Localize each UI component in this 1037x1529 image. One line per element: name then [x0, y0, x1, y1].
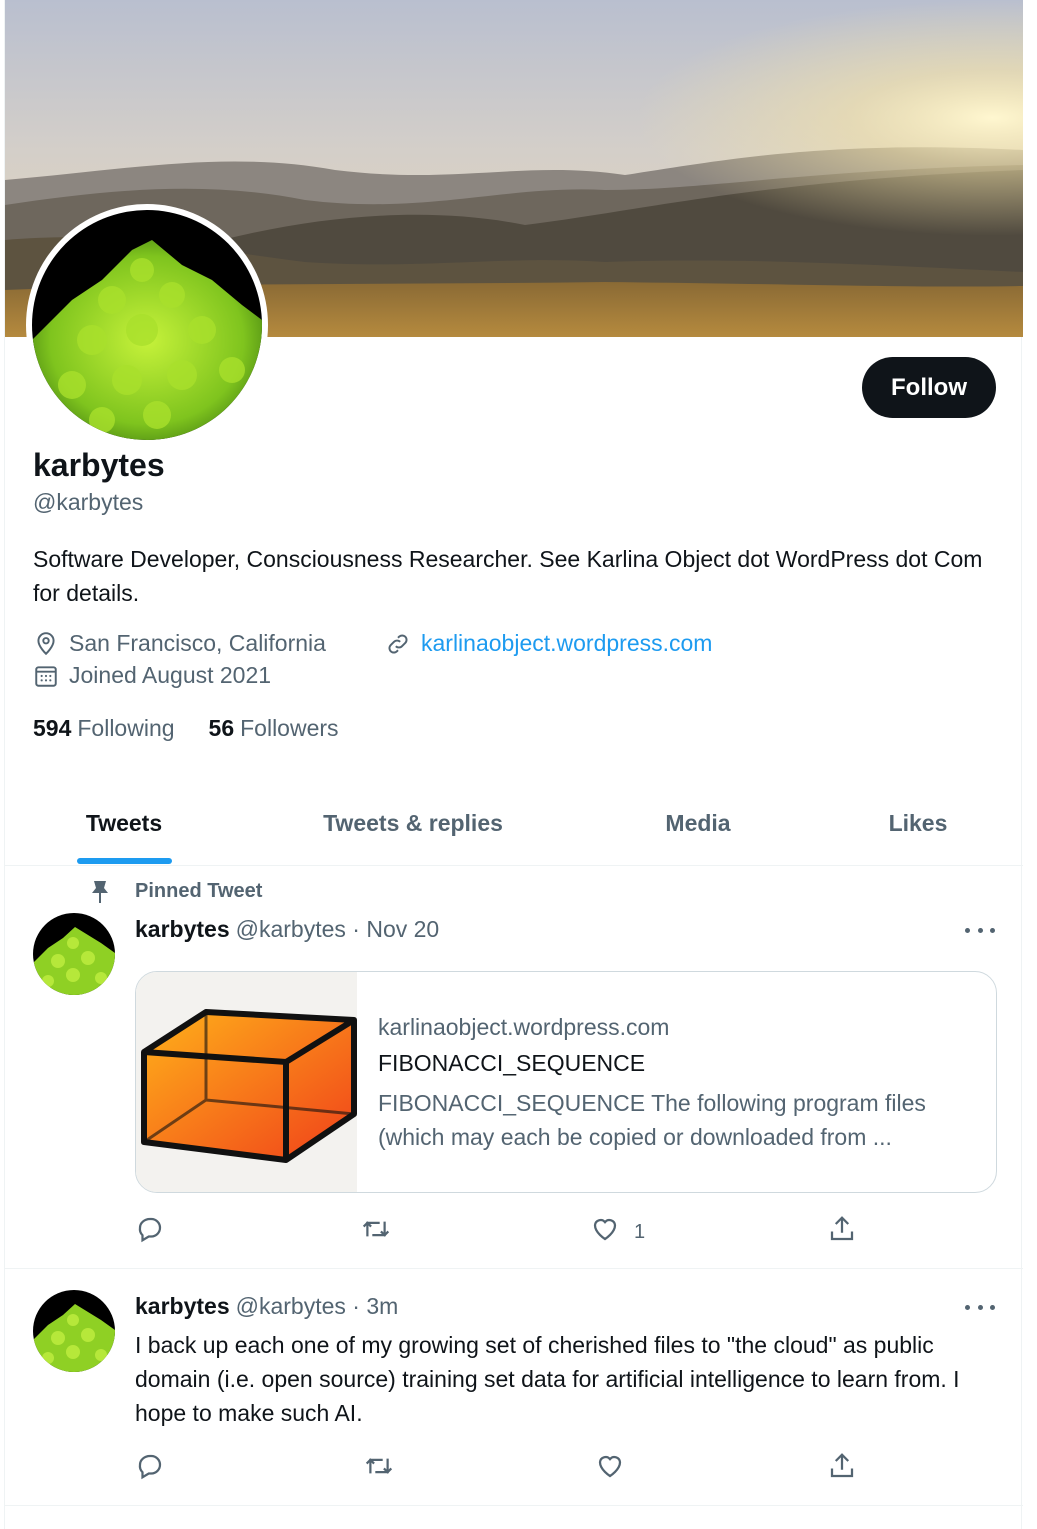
location-pin-icon — [33, 631, 59, 657]
tweet-time[interactable]: · Nov 20 — [352, 916, 439, 942]
tweet-actions: 1 — [135, 1214, 875, 1250]
following-label: Following — [77, 715, 175, 741]
card-image — [136, 972, 357, 1192]
like-button[interactable]: 1 — [590, 1214, 645, 1250]
profile-avatar[interactable] — [26, 204, 268, 446]
followers-stat[interactable]: 56 Followers — [209, 715, 339, 742]
tweet-text: I back up each one of my growing set of … — [135, 1332, 960, 1426]
share-icon — [827, 1451, 857, 1487]
card-domain: karlinaobject.wordpress.com — [378, 1014, 670, 1040]
active-tab-indicator — [77, 858, 172, 864]
profile-location: San Francisco, California — [33, 630, 326, 657]
followers-label: Followers — [240, 715, 339, 741]
follow-button[interactable]: Follow — [862, 357, 996, 418]
retweet-button[interactable] — [360, 1214, 392, 1250]
heart-icon — [590, 1214, 620, 1250]
share-button[interactable] — [827, 1451, 857, 1487]
reply-button[interactable] — [135, 1214, 165, 1250]
website-link[interactable]: karlinaobject.wordpress.com — [421, 630, 712, 657]
tweet-author-handle[interactable]: @karbytes — [236, 1293, 346, 1319]
profile-display-name: karbytes — [33, 447, 165, 483]
following-count: 594 — [33, 715, 72, 741]
following-stat[interactable]: 594 Following — [33, 715, 175, 742]
tweet-actions — [135, 1451, 875, 1487]
more-options-icon[interactable] — [965, 920, 995, 940]
tweet-author-name[interactable]: karbytes — [135, 916, 230, 942]
tweet-header: karbytes @karbytes · 3m — [135, 1293, 398, 1320]
retweet-icon — [363, 1451, 395, 1487]
profile-stats: 594 Following 56 Followers — [33, 715, 339, 742]
tweet-author-name[interactable]: karbytes — [135, 1293, 230, 1319]
retweet-icon — [360, 1214, 392, 1250]
tweet-author-handle[interactable]: @karbytes — [236, 916, 346, 942]
heart-icon — [595, 1451, 625, 1487]
retweet-button[interactable] — [363, 1451, 395, 1487]
link-card[interactable]: karlinaobject.wordpress.com FIBONACCI_SE… — [135, 971, 997, 1193]
tweet-avatar[interactable] — [33, 913, 115, 995]
like-button[interactable] — [595, 1451, 625, 1487]
card-title: FIBONACCI_SEQUENCE — [378, 1050, 646, 1076]
profile-handle: @karbytes — [33, 489, 144, 515]
reply-icon — [135, 1451, 165, 1487]
joined-text: Joined August 2021 — [69, 662, 272, 688]
link-icon — [385, 631, 411, 657]
profile-page: Follow karbytes @karbytes Software Devel… — [4, 0, 1023, 1529]
tab-tweets[interactable]: Tweets — [5, 780, 243, 866]
calendar-icon — [33, 663, 59, 689]
profile-bio: Software Developer, Consciousness Resear… — [33, 546, 983, 606]
profile-website[interactable]: karlinaobject.wordpress.com — [385, 630, 712, 657]
profile-joined: Joined August 2021 — [33, 662, 271, 689]
location-text: San Francisco, California — [69, 630, 326, 656]
pin-icon — [89, 879, 111, 910]
share-button[interactable] — [827, 1214, 857, 1250]
tweet-header: karbytes @karbytes · Nov 20 — [135, 916, 439, 943]
tab-media[interactable]: Media — [583, 780, 813, 866]
tweet-time[interactable]: · 3m — [352, 1293, 398, 1319]
share-icon — [827, 1214, 857, 1250]
reply-button[interactable] — [135, 1451, 165, 1487]
tab-tweets-replies[interactable]: Tweets & replies — [243, 780, 583, 866]
tab-likes[interactable]: Likes — [813, 780, 1023, 866]
profile-tabs: Tweets Tweets & replies Media Likes — [5, 780, 1023, 866]
tweet-avatar[interactable] — [33, 1290, 115, 1372]
followers-count: 56 — [208, 715, 235, 741]
reply-icon — [135, 1214, 165, 1250]
like-count: 1 — [634, 1220, 646, 1243]
pinned-label: Pinned Tweet — [135, 880, 263, 902]
more-options-icon[interactable] — [965, 1297, 995, 1317]
card-description: FIBONACCI_SEQUENCE The following program… — [378, 1090, 926, 1150]
